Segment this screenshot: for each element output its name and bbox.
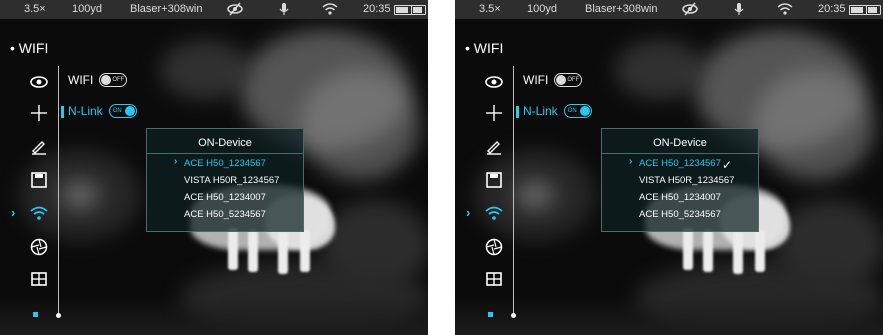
menu-divider bbox=[513, 66, 514, 316]
nlink-label: N-Link bbox=[68, 104, 103, 118]
zoom-level: 3.5× bbox=[24, 3, 46, 15]
wifi-toggle[interactable]: OFF bbox=[554, 73, 583, 87]
external-battery-icon bbox=[866, 5, 881, 15]
device-item[interactable]: ACE H50_1234567 bbox=[184, 158, 266, 169]
wifi-setting-row[interactable]: WIFI OFF bbox=[523, 73, 583, 87]
wifi-icon[interactable] bbox=[484, 203, 504, 223]
nlink-toggle-text: ON bbox=[112, 108, 122, 114]
wifi-status-icon bbox=[777, 3, 793, 15]
grid-icon[interactable] bbox=[484, 269, 504, 289]
nlink-toggle[interactable]: ON bbox=[108, 104, 137, 118]
menu-divider bbox=[58, 66, 59, 316]
device-item[interactable]: VISTA H50R_1234567 bbox=[639, 175, 734, 186]
grid-icon[interactable] bbox=[29, 269, 49, 289]
crosshair-icon[interactable] bbox=[484, 103, 504, 123]
ballistic-profile: Blaser+308win bbox=[130, 3, 203, 15]
menu-divider-dot bbox=[56, 313, 61, 318]
panel-divider bbox=[147, 153, 303, 154]
connected-check-icon: ✓ bbox=[722, 158, 733, 172]
device-screen-right: 3.5× 100yd Blaser+308win 20:35 • WIFI › … bbox=[455, 0, 883, 335]
wifi-icon[interactable] bbox=[29, 203, 49, 223]
clock-time: 20:35 bbox=[818, 3, 846, 15]
wifi-toggle-text: OFF bbox=[112, 77, 125, 83]
menu-title: • WIFI bbox=[10, 40, 49, 56]
nlink-label: N-Link bbox=[523, 104, 558, 118]
eye-icon[interactable] bbox=[484, 72, 504, 92]
status-bar: 3.5× 100yd Blaser+308win 20:35 bbox=[0, 0, 428, 19]
zoom-level: 3.5× bbox=[479, 3, 501, 15]
external-battery-icon bbox=[411, 5, 426, 15]
status-bar: 3.5× 100yd Blaser+308win 20:35 bbox=[455, 0, 883, 19]
wifi-toggle[interactable]: OFF bbox=[99, 73, 128, 87]
selection-marker bbox=[516, 106, 519, 118]
distance-readout: 100yd bbox=[527, 3, 557, 15]
save-icon[interactable] bbox=[29, 170, 49, 190]
device-item[interactable]: ACE H50_1234567 bbox=[639, 158, 721, 169]
battery-icon bbox=[849, 5, 867, 15]
wifi-toggle-text: OFF bbox=[567, 77, 580, 83]
device-screen-left: 3.5× 100yd Blaser+308win 20:35 • WIFI › … bbox=[0, 0, 428, 335]
wifi-status-icon bbox=[322, 3, 338, 15]
active-item-chevron-icon: › bbox=[11, 205, 16, 220]
menu-divider-dot bbox=[511, 313, 516, 318]
device-item[interactable]: ACE H50_5234567 bbox=[639, 209, 721, 220]
panel-divider bbox=[602, 153, 758, 154]
ballistic-profile: Blaser+308win bbox=[585, 3, 658, 15]
nlink-toggle[interactable]: ON bbox=[563, 104, 592, 118]
selection-marker bbox=[61, 106, 64, 118]
distance-readout: 100yd bbox=[72, 3, 102, 15]
save-icon[interactable] bbox=[484, 170, 504, 190]
panel-title: ON-Device bbox=[198, 137, 252, 149]
eye-off-icon bbox=[227, 2, 243, 16]
pen-icon[interactable] bbox=[29, 136, 49, 156]
aperture-icon[interactable] bbox=[29, 237, 49, 257]
menu-title: • WIFI bbox=[465, 40, 504, 56]
device-item[interactable]: VISTA H50R_1234567 bbox=[184, 175, 279, 186]
eye-off-icon bbox=[682, 2, 698, 16]
selected-chevron-icon: › bbox=[629, 156, 633, 167]
device-item[interactable]: ACE H50_5234567 bbox=[184, 209, 266, 220]
nlink-setting-row[interactable]: N-Link ON bbox=[523, 104, 592, 118]
panel-title: ON-Device bbox=[653, 137, 707, 149]
wifi-setting-row[interactable]: WIFI OFF bbox=[68, 73, 128, 87]
battery-icon bbox=[394, 5, 412, 15]
nlink-toggle-text: ON bbox=[567, 108, 577, 114]
microphone-icon bbox=[734, 3, 744, 15]
wifi-label: WIFI bbox=[523, 73, 549, 87]
eye-icon[interactable] bbox=[29, 72, 49, 92]
microphone-icon bbox=[279, 3, 289, 15]
clock-time: 20:35 bbox=[363, 3, 391, 15]
page-indicator-dot bbox=[33, 312, 38, 317]
aperture-icon[interactable] bbox=[484, 237, 504, 257]
crosshair-icon[interactable] bbox=[29, 103, 49, 123]
device-item[interactable]: ACE H50_1234007 bbox=[184, 192, 266, 203]
page-indicator-dot bbox=[488, 312, 493, 317]
device-item[interactable]: ACE H50_1234007 bbox=[639, 192, 721, 203]
pen-icon[interactable] bbox=[484, 136, 504, 156]
nlink-setting-row[interactable]: N-Link ON bbox=[68, 104, 137, 118]
on-device-panel: ON-Device › ACE H50_1234567 VISTA H50R_1… bbox=[146, 128, 304, 232]
on-device-panel: ON-Device › ACE H50_1234567 ✓ VISTA H50R… bbox=[601, 128, 759, 232]
selected-chevron-icon: › bbox=[174, 156, 178, 167]
active-item-chevron-icon: › bbox=[466, 205, 471, 220]
wifi-label: WIFI bbox=[68, 73, 94, 87]
